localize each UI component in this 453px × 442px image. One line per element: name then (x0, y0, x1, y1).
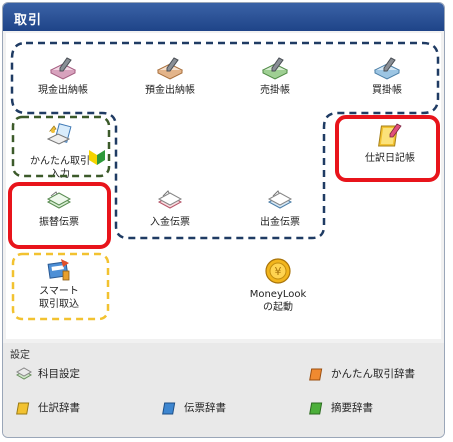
moneylook-label-2: の起動 (263, 302, 293, 313)
payment-slip-label: 出金伝票 (260, 217, 300, 228)
moneylook-button[interactable]: ¥ MoneyLook の起動 (238, 256, 318, 314)
deposit-book-label: 預金出納帳 (145, 85, 195, 96)
smart-import-label-1: スマート (39, 286, 79, 297)
deposit-book-icon (156, 57, 184, 80)
slip-dictionary-icon (162, 402, 176, 414)
settings-section: 設定 (3, 343, 444, 437)
easy-entry-label-2: 入力 (50, 169, 70, 180)
account-settings-link[interactable]: 科目設定 (16, 366, 80, 381)
transfer-slip-label: 振替伝票 (39, 217, 79, 228)
journal-dictionary-link[interactable]: 仕訳辞書 (16, 400, 80, 415)
journal-icon (378, 123, 402, 147)
panel-header: 取引 (3, 3, 444, 31)
svg-text:¥: ¥ (275, 265, 282, 278)
easy-entry-button[interactable]: かんたん取引 入力 (24, 123, 96, 181)
purchase-ledger-button[interactable]: 買掛帳 (357, 56, 417, 97)
smart-import-button[interactable]: スマート 取引取込 (24, 257, 94, 311)
receipt-slip-icon (157, 190, 183, 209)
receipt-slip-label: 入金伝票 (150, 217, 190, 228)
transfer-slip-button[interactable]: 振替伝票 (24, 190, 94, 229)
cash-book-button[interactable]: 現金出納帳 (28, 56, 98, 97)
cash-book-icon (49, 57, 77, 80)
moneylook-label-1: MoneyLook (249, 289, 307, 300)
easy-dictionary-icon (309, 368, 323, 380)
smart-import-label-2: 取引取込 (39, 299, 79, 310)
transfer-slip-icon (46, 191, 72, 209)
beginner-mark-icon (89, 150, 105, 165)
receipt-slip-button[interactable]: 入金伝票 (135, 188, 205, 229)
sales-ledger-button[interactable]: 売掛帳 (245, 56, 305, 97)
smart-import-icon (47, 259, 70, 281)
payment-slip-icon (267, 190, 293, 209)
settings-title: 設定 (10, 350, 30, 361)
summary-dictionary-label: 摘要辞書 (331, 402, 373, 414)
panel-title: 取引 (14, 13, 43, 28)
cash-book-label: 現金出納帳 (38, 85, 88, 96)
account-settings-icon (16, 366, 32, 380)
easy-entry-icon (46, 123, 72, 145)
account-settings-label: 科目設定 (38, 368, 80, 380)
slip-dictionary-label: 伝票辞書 (184, 402, 226, 414)
sales-ledger-icon (261, 57, 289, 80)
slip-dictionary-link[interactable]: 伝票辞書 (162, 400, 226, 415)
journal-button[interactable]: 仕訳日記帳 (350, 122, 430, 165)
purchase-ledger-icon (373, 57, 401, 80)
easy-dictionary-label: かんたん取引辞書 (331, 368, 415, 380)
journal-label: 仕訳日記帳 (365, 153, 415, 164)
journal-dictionary-icon (16, 402, 30, 414)
easy-dictionary-link[interactable]: かんたん取引辞書 (309, 366, 415, 381)
deposit-book-button[interactable]: 預金出納帳 (135, 56, 205, 97)
payment-slip-button[interactable]: 出金伝票 (245, 188, 315, 229)
purchase-ledger-label: 買掛帳 (372, 85, 402, 96)
summary-dictionary-link[interactable]: 摘要辞書 (309, 400, 373, 415)
summary-dictionary-icon (309, 402, 323, 414)
easy-entry-label-1: かんたん取引 (30, 156, 90, 167)
sales-ledger-label: 売掛帳 (260, 85, 290, 96)
journal-dictionary-label: 仕訳辞書 (38, 402, 80, 414)
moneylook-icon: ¥ (265, 258, 291, 284)
